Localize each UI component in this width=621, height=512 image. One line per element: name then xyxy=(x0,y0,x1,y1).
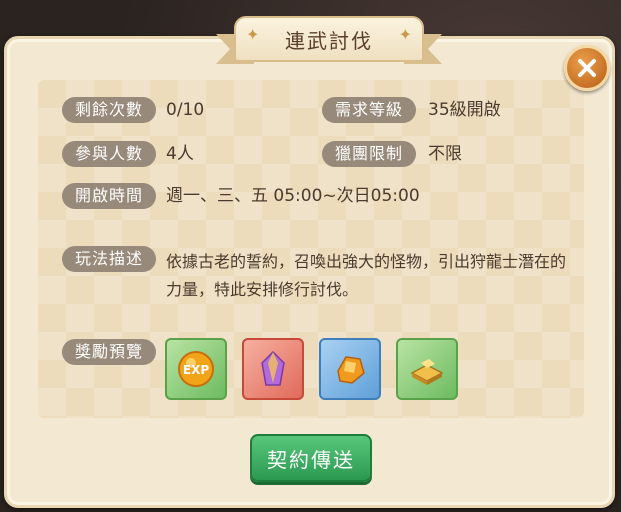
contract-teleport-button[interactable]: 契約傳送 xyxy=(250,434,372,482)
required-level-value: 35級開啟 xyxy=(428,100,501,120)
exp-text: EXP xyxy=(183,363,209,377)
reward-slot-purple-crystal[interactable] xyxy=(242,338,304,400)
dialog-title: 連武討伐 xyxy=(285,28,373,53)
gameplay-description: 依據古老的誓約，召喚出強大的怪物，引出狩龍士潛在的力量，特此安排修行討伐。 xyxy=(166,252,567,299)
guild-limit-value: 不限 xyxy=(428,144,462,164)
reward-slot-exp[interactable]: EXP xyxy=(165,338,227,400)
guild-limit-label: 獵團限制 xyxy=(322,141,416,167)
exp-orb-icon: EXP xyxy=(178,351,214,387)
reward-slot-orange-crystal[interactable] xyxy=(319,338,381,400)
required-level-label: 需求等級 xyxy=(322,97,416,123)
star-icon: ✦ xyxy=(398,25,412,44)
star-icon: ✦ xyxy=(246,25,260,44)
rewards-label: 獎勵預覽 xyxy=(62,339,156,365)
orange-crystal-icon xyxy=(337,356,365,384)
open-time-value: 週一、三、五 05:00~次日05:00 xyxy=(166,186,420,206)
remaining-label: 剩餘次數 xyxy=(62,97,156,123)
reward-slot-gold-ingot[interactable] xyxy=(396,338,458,400)
close-icon xyxy=(578,59,596,77)
remaining-value: 0/10 xyxy=(166,100,205,120)
purple-crystal-icon xyxy=(261,350,285,386)
title-ribbon: 連武討伐 ✦ ✦ xyxy=(216,10,442,72)
gameplay-label: 玩法描述 xyxy=(62,246,156,272)
participants-label: 參與人數 xyxy=(62,141,156,167)
participants-value: 4人 xyxy=(166,144,194,164)
gold-ingot-icon xyxy=(410,359,444,385)
open-time-label: 開啟時間 xyxy=(62,183,156,209)
title-plate: 連武討伐 xyxy=(234,16,424,62)
close-button[interactable] xyxy=(564,45,610,91)
